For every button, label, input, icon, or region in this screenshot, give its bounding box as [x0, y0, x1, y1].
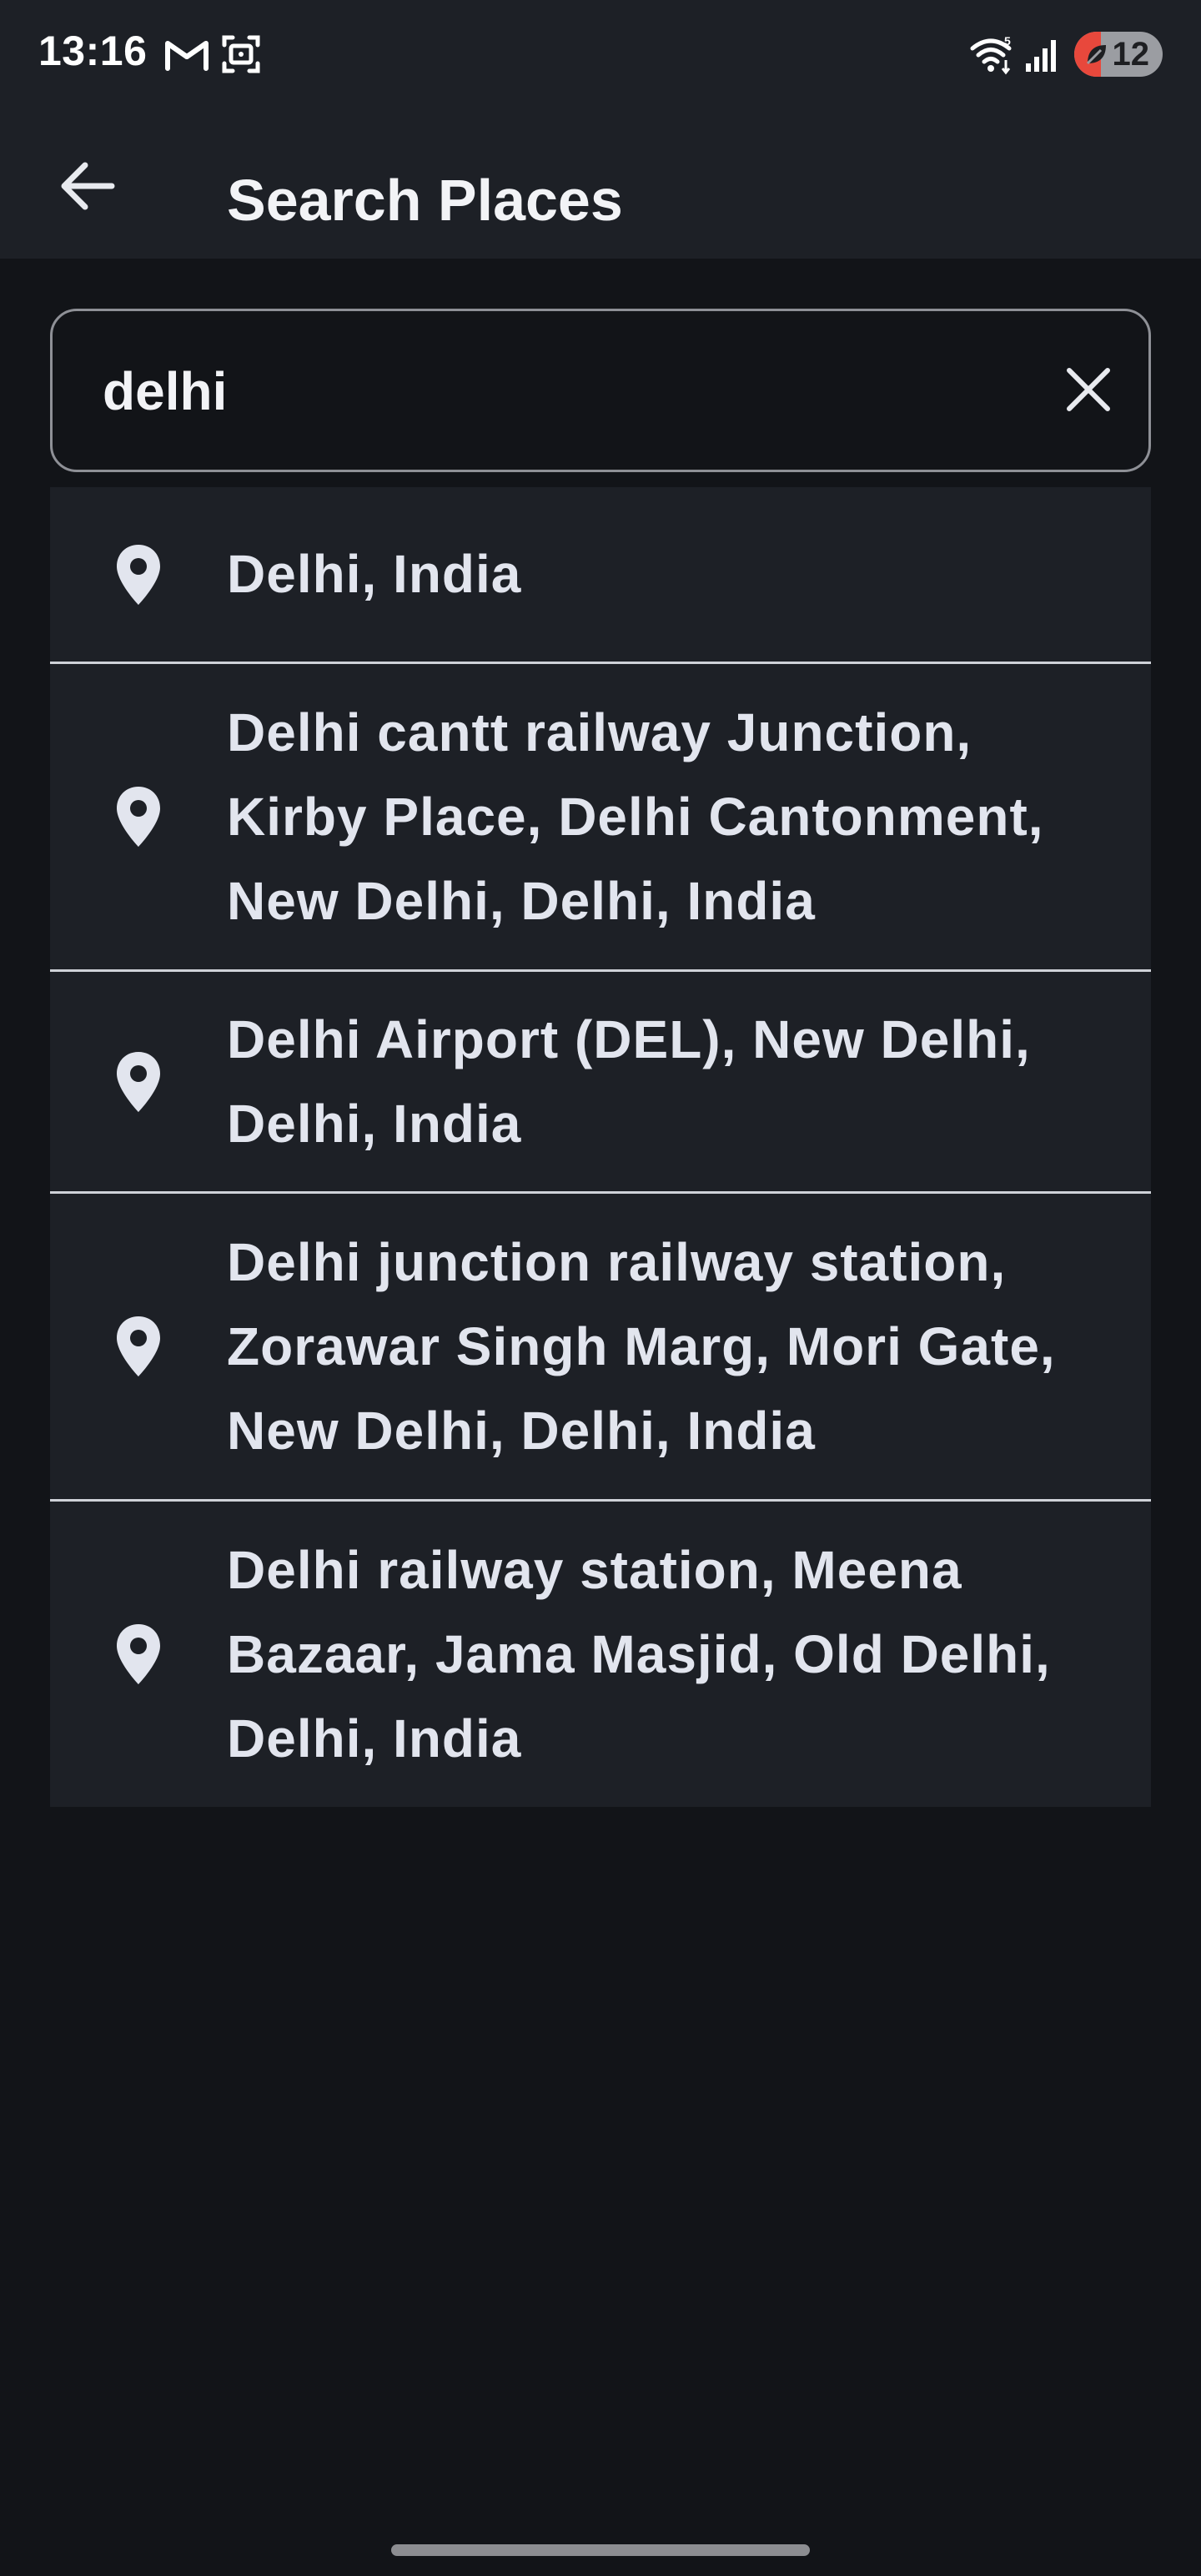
result-label: Delhi, India	[227, 544, 522, 604]
close-icon	[1064, 365, 1113, 418]
top-app-area: 13:16 5 12 Search Places	[0, 0, 1201, 259]
status-time: 13:16	[38, 28, 148, 74]
search-results-list: Delhi, India Delhi cantt railway Junctio…	[50, 487, 1151, 1807]
location-pin-icon	[50, 1623, 227, 1686]
result-item[interactable]: Delhi Airport (DEL), New Delhi, Delhi, I…	[50, 972, 1151, 1194]
result-label: Delhi cantt railway Junction, Kirby Plac…	[227, 702, 1044, 931]
search-input[interactable]	[103, 351, 1003, 431]
app-bar: Search Places	[0, 108, 1201, 259]
svg-text:5: 5	[1004, 35, 1011, 48]
page-title: Search Places	[227, 168, 623, 233]
location-pin-icon	[50, 543, 227, 606]
signal-icon	[1024, 37, 1058, 78]
arrow-left-icon	[58, 160, 117, 216]
search-field[interactable]	[50, 309, 1151, 472]
back-button[interactable]	[42, 142, 133, 234]
status-bar: 13:16 5 12	[0, 0, 1201, 108]
gmail-icon	[163, 37, 210, 76]
battery-level: 12	[1112, 35, 1150, 73]
location-pin-icon	[50, 785, 227, 848]
result-item[interactable]: Delhi railway station, Meena Bazaar, Jam…	[50, 1502, 1151, 1807]
home-indicator[interactable]	[391, 2544, 810, 2556]
location-pin-icon	[50, 1050, 227, 1114]
screenshot-icon	[222, 33, 260, 79]
result-label: Delhi Airport (DEL), New Delhi, Delhi, I…	[227, 1009, 1031, 1154]
wifi-icon: 5	[969, 34, 1016, 79]
location-pin-icon	[50, 1315, 227, 1378]
result-label: Delhi junction railway station, Zorawar …	[227, 1231, 1056, 1461]
battery-indicator: 12	[1074, 32, 1163, 77]
result-item[interactable]: Delhi cantt railway Junction, Kirby Plac…	[50, 664, 1151, 972]
clear-search-button[interactable]	[1045, 348, 1132, 435]
battery-saver-icon	[1083, 40, 1111, 73]
result-label: Delhi railway station, Meena Bazaar, Jam…	[227, 1539, 1051, 1768]
result-item[interactable]: Delhi junction railway station, Zorawar …	[50, 1194, 1151, 1502]
result-item[interactable]: Delhi, India	[50, 487, 1151, 664]
